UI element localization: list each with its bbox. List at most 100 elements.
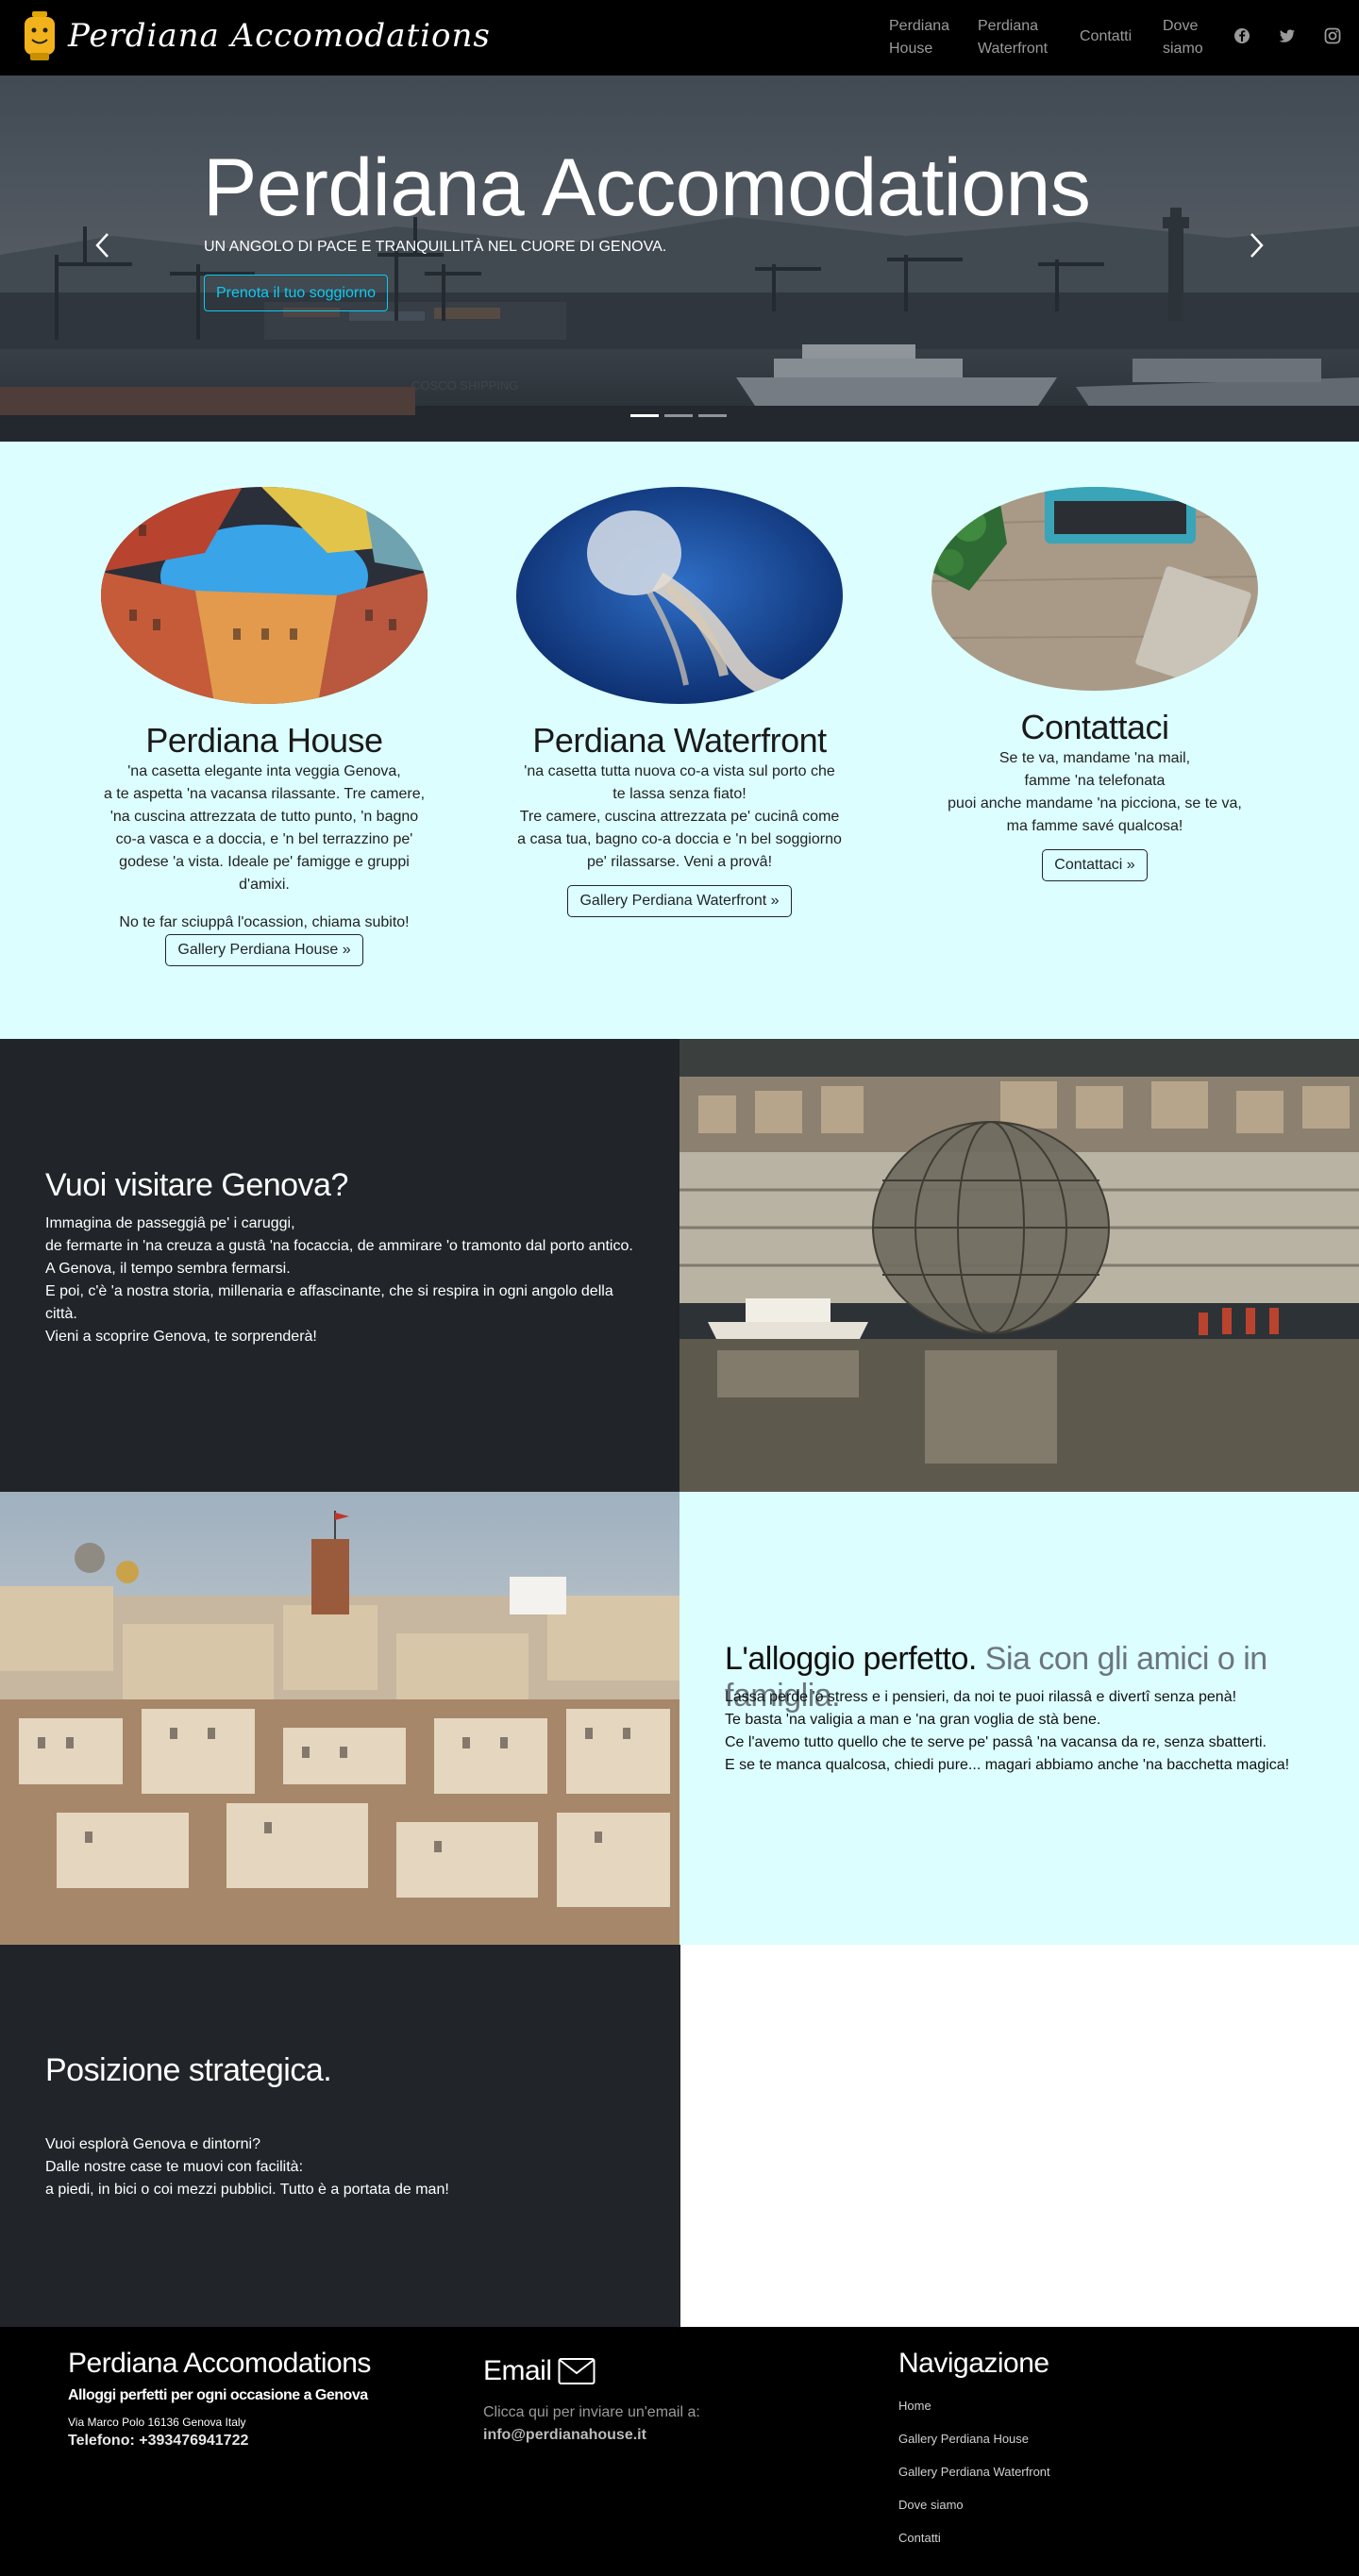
card-text-line: a te aspetta 'na vacansa rilassante. Tre… [103,786,426,802]
card-text-line: puoi anche mandame 'na picciona, se te v… [948,795,1242,811]
instagram-icon[interactable] [1323,26,1342,45]
feature-text-line: E poi, c'è 'a nostra storia, millenaria … [45,1283,613,1299]
footer-email-link[interactable]: info@perdianahouse.it [483,2427,646,2444]
brand[interactable]: Perdiana Accomodations [21,11,491,60]
feature-image-panel [680,1039,1359,1492]
feature-text-line: Immagina de passeggiâ pe' i caruggi, [45,1215,295,1231]
card-text-line: Se te va, mandame 'na mail, [998,750,1191,766]
card-text-line: famme 'na telefonata [1024,773,1166,789]
carousel-next-icon[interactable] [1242,226,1270,264]
card-text-line: d'amixi. [239,877,290,893]
card-image-house [101,487,428,704]
footer-brand: Perdiana Accomodations [68,2348,371,2379]
footer-tagline: Alloggi perfetti per ogni occasione a Ge… [68,2387,368,2403]
nav-link-line: Perdiana [889,18,950,34]
card-text-line: pe' rilassarse. Veni a provâ! [586,854,773,870]
card-text-line: Tre camere, cuscina attrezzata pe' cucin… [519,809,840,825]
brand-name: Perdiana Accomodations [68,17,491,55]
card-text-line: co-a vasca e a doccia, e 'n bel terrazzi… [115,831,413,847]
nav-link-contatti[interactable]: Contatti [1080,25,1132,48]
nav-link-line: siamo [1163,41,1203,57]
feature-text-panel: Vuoi visitare Genova? Immagina de passeg… [0,1039,680,1492]
twitter-icon[interactable] [1278,26,1297,45]
nav-link-dove-siamo[interactable]: Dove siamo [1163,15,1203,60]
card-title: Perdiana Waterfront [532,721,827,760]
carousel-prev-icon[interactable] [89,226,117,264]
nav-link-perdiana-house[interactable]: Perdiana House [889,15,949,60]
feature-title: Vuoi visitare Genova? [45,1167,348,1203]
card-image-contact [931,487,1258,691]
carousel-indicator-2[interactable] [664,414,693,417]
card-text-line: ma famme savé qualcosa! [1006,818,1183,834]
footer-link-dove-siamo[interactable]: Dove siamo [898,2498,964,2512]
colorful-buildings-sky-image [101,487,428,704]
card-text-line: te lassa senza fiato! [612,786,747,802]
feature-image-panel [0,1492,680,1945]
hero-title: Perdiana Accomodations [203,142,1091,233]
gallery-waterfront-button[interactable]: Gallery Perdiana Waterfront » [567,885,792,917]
feature-text-line: città. [45,1306,77,1322]
feature-text-line: Vuoi esplorà Genova e dintorni? [45,2136,260,2152]
hero-subtitle: UN ANGOLO DI PACE E TRANQUILLITÀ NEL CUO… [204,239,667,255]
hero-overlay [0,75,1359,442]
book-stay-button[interactable]: Prenota il tuo soggiorno [204,275,388,311]
card-title: Perdiana House [145,721,383,760]
card-text-line: godese 'a vista. Ideale pe' famigge e gr… [119,854,410,870]
nav-link-line: Contatti [1080,28,1132,44]
nav-link-perdiana-waterfront[interactable]: Perdiana Waterfront [978,15,1048,60]
footer-link-gallery-house[interactable]: Gallery Perdiana House [898,2432,1029,2446]
feature-title: Posizione strategica. [45,2052,332,2088]
carousel-indicator-3[interactable] [698,414,727,417]
card-callout: No te far sciuppâ l'ocassion, chiama sub… [119,914,410,930]
feature-text-line: Lassa perde 'o stress e i pensieri, da n… [725,1689,1237,1705]
feature-strategic-position: Posizione strategica. Vuoi esplorà Genov… [0,1945,1359,2327]
facebook-icon[interactable] [1233,26,1251,45]
card-image-waterfront [516,487,843,704]
footer-link-contatti[interactable]: Contatti [898,2531,941,2545]
card-perdiana-house: Perdiana House 'na casetta elegante inta… [85,487,444,966]
feature-text-line: Vieni a scoprire Genova, te sorprenderà! [45,1329,317,1345]
card-contattaci: Contattaci Se te va, mandame 'na mail, f… [915,487,1274,881]
footer-phone[interactable]: Telefono: +393476941722 [68,2433,248,2450]
navbar: Perdiana Accomodations Perdiana House Pe… [0,0,1359,75]
cards-section: Perdiana House 'na casetta elegante inta… [0,442,1359,1039]
card-title: Contattaci [1020,708,1169,746]
footer-email-title: Email [483,2355,552,2386]
feature-perfect-stay: L'alloggio perfetto. Sia con gli amici o… [0,1492,1359,1945]
feature-text-panel: L'alloggio perfetto. Sia con gli amici o… [680,1492,1359,1945]
feature-title-strong: L'alloggio perfetto. [725,1641,977,1677]
footer-nav-title: Navigazione [898,2348,1049,2379]
feature-text-panel: Posizione strategica. Vuoi esplorà Genov… [0,1945,680,2327]
card-text-line: a casa tua, bagno co-a doccia e 'n bel s… [517,831,842,847]
feature-text-line: E se te manca qualcosa, chiedi pure... m… [725,1757,1290,1773]
footer-link-home[interactable]: Home [898,2399,931,2413]
feature-text-line: A Genova, il tempo sembra fermarsi. [45,1261,291,1277]
hero-carousel: COSCO SHIPPING Perdiana Accomodations UN… [0,75,1359,442]
feature-body: Immagina de passeggiâ pe' i caruggi, de … [45,1213,649,1348]
card-text-line: 'na casetta elegante inta veggia Genova, [127,763,401,779]
card-perdiana-waterfront: Perdiana Waterfront 'na casetta tutta nu… [500,487,859,917]
carousel-indicator-1[interactable] [630,414,659,417]
map-placeholder [680,1945,1359,2327]
footer: Perdiana Accomodations Alloggi perfetti … [0,2327,1359,2576]
biosphere-harbor-image [680,1039,1359,1492]
genova-rooftops-image [0,1492,680,1945]
lego-head-logo-icon [25,11,55,60]
feature-text-line: Ce l'avemo tutto quello che te serve pe'… [725,1734,1267,1750]
footer-address: Via Marco Polo 16136 Genova Italy [68,2416,246,2429]
contact-button[interactable]: Contattaci » [1042,849,1148,881]
feature-text-line: de fermarte in 'na creuza a gustâ 'na fo… [45,1238,633,1254]
feature-text-line: a piedi, in bici o coi mezzi pubblici. T… [45,2182,449,2198]
feature-body: Lassa perde 'o stress e i pensieri, da n… [725,1686,1338,1777]
feature-text-line: Te basta 'na valigia a man e 'na gran vo… [725,1712,1101,1728]
nav-link-line: Waterfront [978,41,1049,57]
feature-visit-genova: Vuoi visitare Genova? Immagina de passeg… [0,1039,1359,1492]
footer-link-gallery-waterfront[interactable]: Gallery Perdiana Waterfront [898,2465,1050,2479]
nav-link-line: Dove [1163,18,1199,34]
jellyfish-image [516,487,843,704]
typewriter-desk-image [931,487,1258,691]
gallery-house-button[interactable]: Gallery Perdiana House » [165,934,363,966]
footer-email-heading: Email [483,2355,596,2387]
envelope-icon [558,2358,596,2384]
feature-body: Vuoi esplorà Genova e dintorni? Dalle no… [45,2133,649,2201]
